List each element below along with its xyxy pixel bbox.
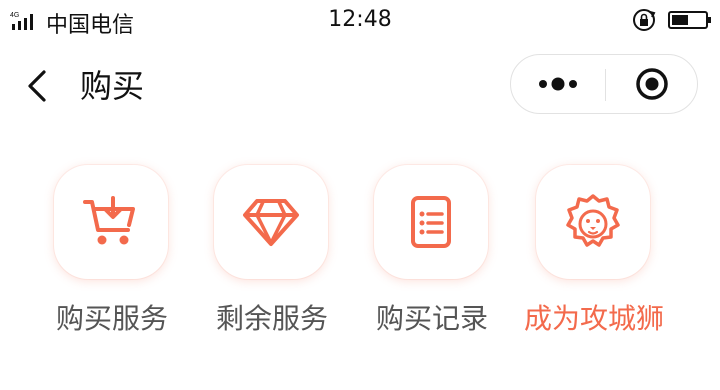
mini-program-capsule [510,54,698,114]
menu-item-purchase-history[interactable]: 购买记录 [352,165,512,355]
menu-item-label: 购买服务 [55,302,168,335]
menu-item-buy-service[interactable]: 购买服务 [32,165,192,355]
chevron-left-icon[interactable] [22,66,52,106]
navigation-bar: 购买 [0,40,720,132]
menu-item-label: 购买记录 [375,302,488,335]
battery-icon [668,11,711,29]
icon-tile [374,165,488,279]
cart-download-icon [83,196,135,245]
icon-tile [214,165,328,279]
document-list-icon [411,196,451,248]
status-bar: 4G 中国电信 12:48 [0,0,720,40]
icon-tile [54,165,168,279]
diamond-icon [243,199,299,246]
lion-icon [566,194,620,247]
menu-item-become-engineer[interactable]: 成为攻城狮 [514,165,674,355]
more-button[interactable] [511,55,605,113]
more-dots-icon [539,77,577,91]
close-mini-program-button[interactable] [606,55,698,113]
menu-item-remaining-service[interactable]: 剩余服务 [192,165,352,355]
menu-item-label: 剩余服务 [215,302,328,335]
target-close-icon [636,68,668,100]
service-menu: 购买服务 剩余服务 购买记录 成为攻城狮 [0,165,720,355]
page-title: 购买 [80,67,145,105]
icon-tile [536,165,650,279]
menu-item-label: 成为攻城狮 [523,302,664,335]
status-time: 12:48 [328,7,392,32]
rotation-lock-icon [633,9,656,31]
